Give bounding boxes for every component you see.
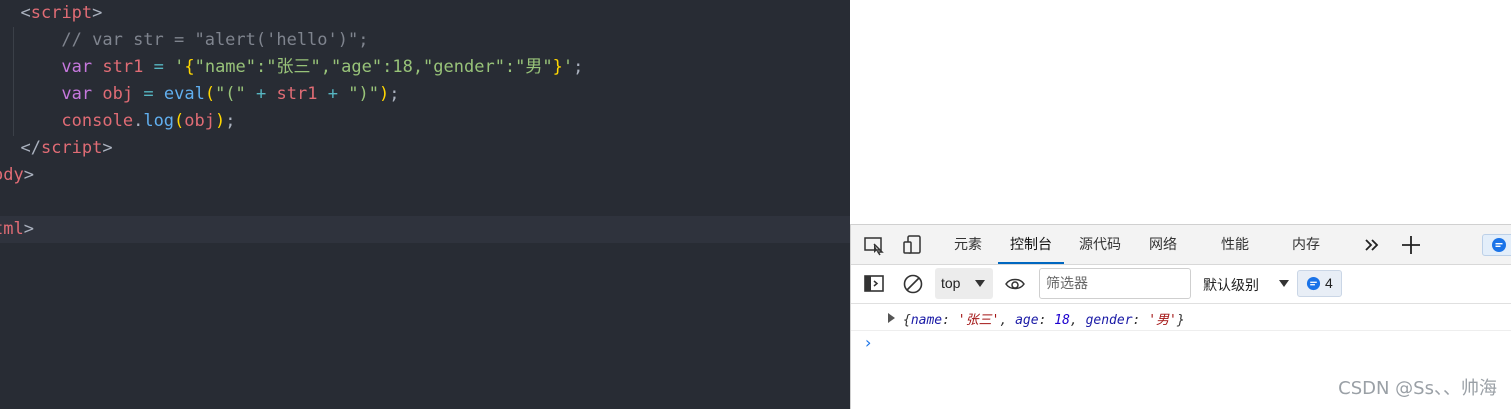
obj-value: 18	[1054, 313, 1070, 328]
page-viewport	[850, 0, 1511, 224]
message-count: 4	[1325, 275, 1333, 291]
tag-name: tml	[0, 219, 24, 239]
tag-name: ody	[0, 165, 24, 185]
clear-console-icon[interactable]	[902, 273, 924, 295]
tag-bracket: >	[23, 165, 34, 185]
code-line-5: console.log(obj);	[0, 108, 850, 135]
obj-value: '张三'	[957, 313, 1000, 328]
obj-brace: }	[1176, 313, 1185, 328]
obj-brace: {	[903, 313, 911, 328]
code-line-7: ody>	[0, 162, 850, 189]
obj-key: name	[910, 313, 943, 328]
function-name: eval	[163, 84, 205, 104]
message-icon	[1492, 238, 1506, 252]
semicolon: ;	[389, 84, 400, 104]
semicolon: ;	[573, 57, 584, 77]
variable: str1	[102, 57, 144, 77]
brace: }	[552, 57, 563, 77]
message-icon	[1306, 276, 1321, 291]
paren: (	[174, 111, 185, 131]
chevron-down-icon	[975, 280, 985, 287]
string-quote: '	[174, 57, 185, 77]
keyword: var	[61, 84, 93, 104]
devtools-tab-bar: 元素 控制台 源代码 网络 性能 内存	[851, 225, 1511, 265]
inspect-element-icon[interactable]	[863, 234, 885, 256]
code-line-6: </script>	[0, 135, 850, 162]
console-log-entry[interactable]: {name: '张三', age: 18, gender: '男'}	[851, 305, 1511, 331]
string-literal: "("	[215, 84, 246, 104]
obj-key: gender	[1085, 313, 1133, 328]
log-levels-dropdown[interactable]: 默认级别	[1201, 268, 1289, 299]
tag-name: script	[40, 138, 103, 158]
expand-triangle-icon[interactable]	[888, 313, 895, 323]
paren: (	[204, 84, 216, 104]
watermark: CSDN @Ss、、帅海	[1338, 378, 1497, 399]
message-count-badge[interactable]: 4	[1297, 270, 1342, 297]
string-literal: ")"	[348, 84, 379, 104]
obj-value: '男'	[1148, 313, 1177, 328]
filter-input[interactable]	[1039, 268, 1191, 299]
operator: =	[153, 57, 164, 77]
variable: obj	[184, 111, 216, 131]
function-name: log	[143, 111, 175, 131]
paren: )	[378, 84, 390, 104]
brace: {	[184, 57, 195, 77]
tab-elements[interactable]: 元素	[954, 225, 982, 264]
logged-object: {name: '张三', age: 18, gender: '男'}	[903, 309, 1185, 328]
console-prompt-icon[interactable]: ›	[865, 333, 871, 352]
tag-bracket: <	[20, 3, 31, 23]
code-editor[interactable]: <script> // var str = "alert('hello')"; …	[0, 0, 850, 409]
issues-badge[interactable]	[1482, 234, 1511, 256]
keyword: var	[61, 57, 93, 77]
add-tab-icon[interactable]	[1400, 234, 1422, 256]
operator: +	[256, 84, 267, 104]
obj-sep: :	[1038, 313, 1055, 328]
dot: .	[133, 111, 144, 131]
eye-icon[interactable]	[1004, 273, 1026, 295]
context-selector[interactable]: top	[935, 268, 993, 299]
tab-performance[interactable]: 性能	[1221, 225, 1249, 264]
variable: str1	[276, 84, 318, 104]
obj-sep: :	[942, 313, 958, 328]
log-levels-value: 默认级别	[1203, 278, 1259, 294]
code-line-9-active: tml>	[0, 216, 850, 243]
string-quote: '	[562, 57, 574, 77]
operator: =	[143, 84, 154, 104]
string-literal: "name":"张三","age":18,"gender":"男"	[194, 57, 553, 77]
device-toolbar-icon[interactable]	[902, 234, 924, 256]
context-value: top	[941, 275, 961, 291]
code-line-1: <script>	[0, 0, 850, 27]
tag-bracket: >	[92, 3, 103, 23]
tab-console[interactable]: 控制台	[998, 225, 1064, 264]
tag-name: script	[30, 3, 93, 23]
tab-sources[interactable]: 源代码	[1079, 225, 1121, 264]
tag-bracket: >	[23, 219, 34, 239]
obj-sep: :	[1132, 313, 1149, 328]
paren: )	[215, 111, 226, 131]
tab-memory[interactable]: 内存	[1292, 225, 1320, 264]
object-name: console	[61, 111, 134, 131]
obj-key: age	[1015, 313, 1039, 328]
code-line-3: var str1 = '{"name":"张三","age":18,"gende…	[0, 54, 850, 81]
tag-bracket: >	[102, 138, 113, 158]
sidebar-toggle-icon[interactable]	[863, 273, 885, 295]
console-toolbar: top 默认级别 4	[851, 265, 1511, 304]
obj-comma: ,	[999, 313, 1016, 328]
variable: obj	[102, 84, 134, 104]
chevron-down-icon	[1279, 280, 1289, 287]
obj-comma: ,	[1069, 313, 1086, 328]
tag-bracket: </	[20, 138, 41, 158]
tab-network[interactable]: 网络	[1149, 225, 1177, 264]
operator: +	[327, 84, 338, 104]
semicolon: ;	[225, 111, 236, 131]
code-line-4: var obj = eval("(" + str1 + ")");	[0, 81, 850, 108]
code-comment: // var str = "alert('hello')";	[61, 30, 369, 50]
more-tabs-icon[interactable]	[1361, 234, 1383, 256]
code-line-2: // var str = "alert('hello')";	[0, 27, 850, 54]
